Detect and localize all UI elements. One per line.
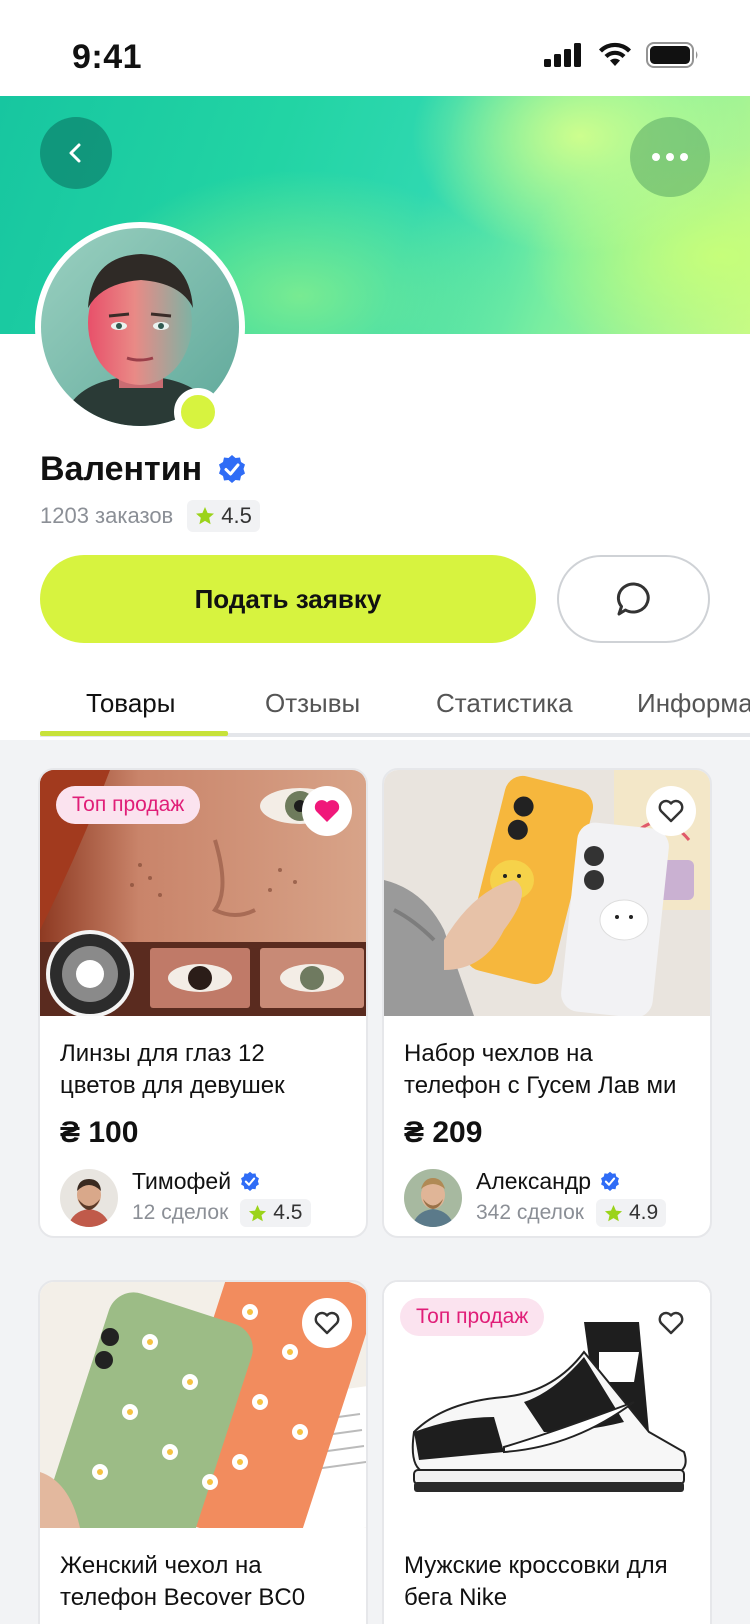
active-tab-indicator [40,731,228,736]
profile-rating-chip: 4.5 [187,500,260,532]
seller-deals: 342 сделок [476,1201,584,1224]
product-title: Линзы для глаз 12 цветов для девушек [60,1040,285,1099]
product-card-daisy-case[interactable]: Женский чехол на телефон Becover BC0 [38,1280,368,1624]
seller-rating-chip: 4.5 [240,1199,311,1227]
product-card-lenses[interactable]: Топ продаж Линзы для глаз 12 цветов для … [38,768,368,1238]
back-button[interactable] [40,117,112,189]
chevron-left-icon [69,143,81,163]
seller-name: Александр [476,1168,666,1195]
profile-name: Валентин [40,450,248,489]
wifi-icon [599,42,631,66]
product-info: Мужские кроссовки для бега Nike [384,1528,710,1624]
product-image [40,1282,366,1528]
status-icons [544,42,700,68]
status-time: 9:41 [72,38,143,76]
seller-info[interactable]: Александр 342 сделок 4.9 [404,1168,690,1227]
tab-statistics[interactable]: Статистика [436,688,573,719]
verified-badge-icon [241,1171,259,1191]
tab-reviews[interactable]: Отзывы [265,688,360,719]
profile-tabs: Товары Отзывы Статистика Информа [0,660,750,738]
product-card-phone-cases[interactable]: Набор чехлов на телефон с Гусем Лав ми ₴… [382,768,712,1238]
top-sales-badge: Топ продаж [56,786,201,824]
online-status-dot [174,388,222,436]
favorite-button[interactable] [646,1298,696,1348]
apply-button[interactable]: Подать заявку [40,555,536,643]
star-icon [604,1204,623,1221]
cellular-signal-icon [544,43,581,67]
heart-outline-icon [658,1311,684,1335]
seller-stats: 342 сделок 4.9 [476,1199,667,1227]
product-info: Линзы для глаз 12 цветов для девушек ₴ 1… [40,1016,366,1236]
seller-rating-chip: 4.9 [595,1199,667,1227]
star-icon [249,1204,267,1221]
profile-name-text: Валентин [40,450,203,488]
heart-filled-icon [314,800,340,822]
profile-rating-value: 4.5 [221,503,252,528]
profile-stats: 1203 заказов 4.5 [40,500,260,532]
product-title: Набор чехлов на телефон с Гусем Лав ми [404,1040,677,1099]
product-grid: Топ продаж Линзы для глаз 12 цветов для … [0,740,750,1624]
product-image: Топ продаж [40,770,366,1016]
status-bar: 9:41 [0,0,750,96]
seller-deals: 12 сделок [132,1201,229,1224]
battery-icon [646,42,698,68]
seller-name-text: Александр [476,1168,592,1194]
tab-info[interactable]: Информа [637,688,750,719]
seller-name-text: Тимофей [132,1168,232,1194]
more-dots-icon [652,153,688,161]
product-info: Женский чехол на телефон Becover BC0 [40,1528,366,1624]
favorite-button[interactable] [646,786,696,836]
product-price: ₴ 100 [60,1116,139,1149]
seller-rating-value: 4.9 [628,1201,659,1224]
heart-outline-icon [658,799,684,823]
product-title: Женский чехол на телефон Becover BC0 [60,1552,306,1611]
seller-name: Тимофей [132,1168,311,1195]
product-card-sneakers[interactable]: Топ продаж Мужские кроссовки для бега Ni… [382,1280,712,1624]
heart-outline-icon [314,1311,340,1335]
product-image: Топ продаж [384,1282,710,1528]
verified-badge-icon [219,454,246,483]
product-price: ₴ 209 [404,1116,483,1149]
product-image [384,770,710,1016]
tab-products[interactable]: Товары [86,688,175,719]
product-title: Мужские кроссовки для бега Nike [404,1552,668,1611]
chat-bubble-icon [616,582,650,616]
seller-info[interactable]: Тимофей 12 сделок 4.5 [60,1168,346,1227]
favorite-button[interactable] [302,786,352,836]
seller-avatar [60,1168,118,1227]
seller-avatar [404,1168,462,1227]
chat-button[interactable] [557,555,710,643]
star-icon [196,507,215,525]
product-info: Набор чехлов на телефон с Гусем Лав ми ₴… [384,1016,710,1236]
verified-badge-icon [601,1171,620,1191]
seller-stats: 12 сделок 4.5 [132,1199,311,1227]
seller-rating-value: 4.5 [273,1201,303,1224]
orders-count: 1203 заказов [40,503,174,528]
more-options-button[interactable] [630,117,710,197]
top-sales-badge: Топ продаж [400,1298,545,1336]
favorite-button[interactable] [302,1298,352,1348]
